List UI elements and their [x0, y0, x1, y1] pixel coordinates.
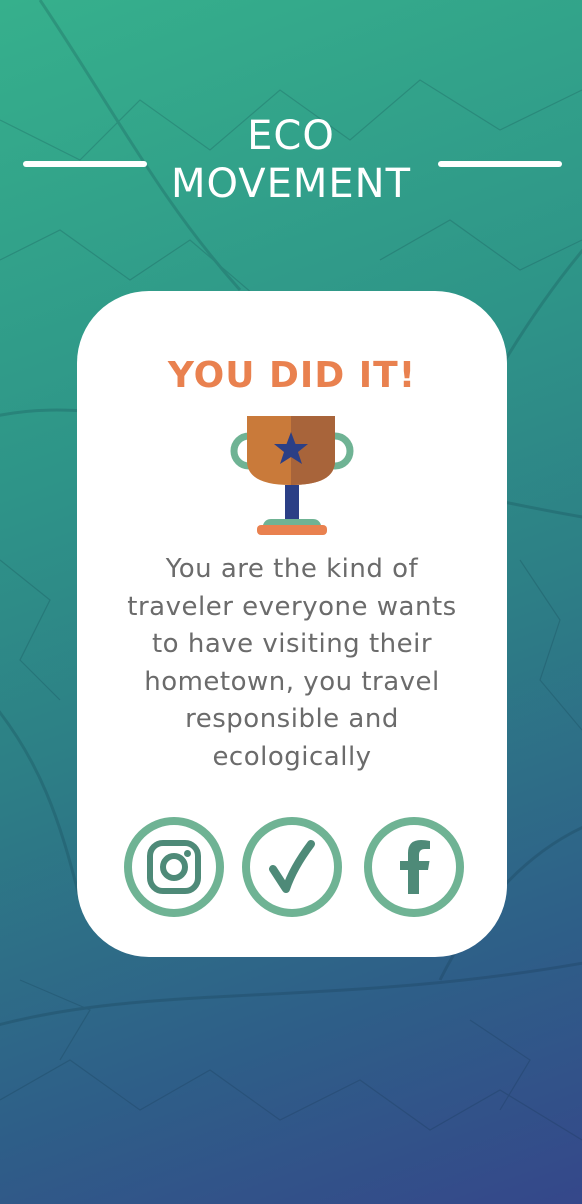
result-card: YOU DID IT! You are the kind of traveler… [77, 291, 507, 957]
app-title-line2: MOVEMENT [170, 161, 412, 207]
instagram-icon [124, 817, 224, 917]
facebook-share-button[interactable] [363, 816, 465, 918]
app-title-line1: ECO [247, 113, 335, 159]
app-header: ECO MOVEMENT [0, 112, 582, 212]
checkmark-icon [242, 817, 342, 917]
app-title: ECO MOVEMENT [150, 112, 432, 208]
header-divider-left [23, 161, 147, 167]
trophy-icon [230, 416, 354, 535]
instagram-share-button[interactable] [123, 816, 225, 918]
social-share-row [77, 816, 507, 918]
result-message: You are the kind of traveler everyone wa… [127, 554, 457, 772]
confirm-share-button[interactable] [241, 816, 343, 918]
facebook-icon [364, 817, 464, 917]
header-divider-right [438, 161, 562, 167]
result-headline: YOU DID IT! [167, 355, 417, 396]
